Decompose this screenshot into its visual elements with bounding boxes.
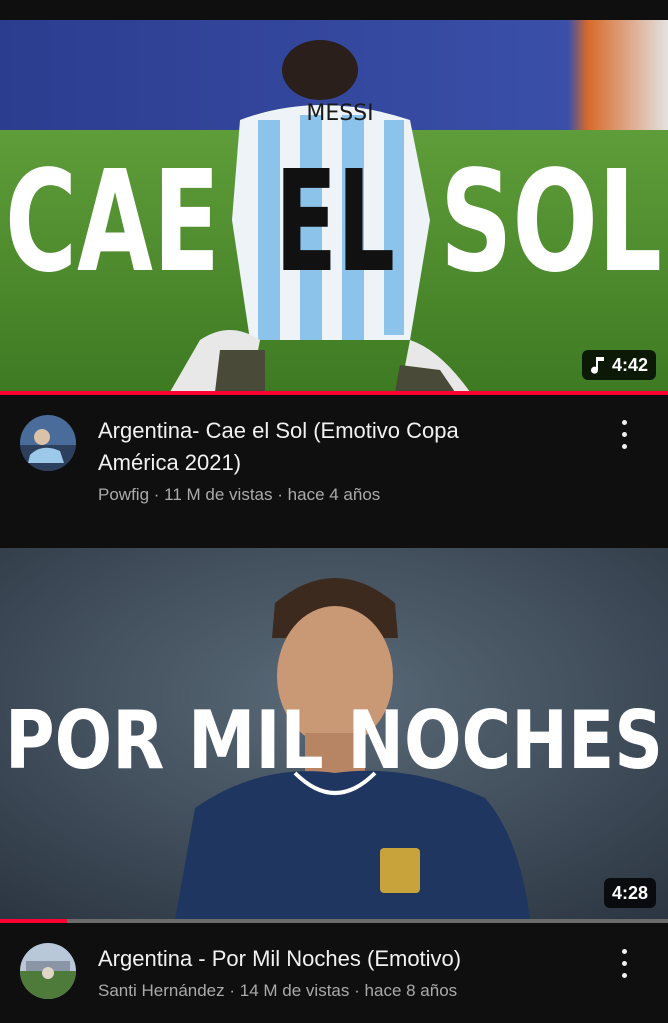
- video-meta-2[interactable]: Argentina - Por Mil Noches (Emotivo) San…: [0, 923, 668, 1023]
- video-subline: Powfig · 11 M de vistas · hace 4 años: [98, 485, 380, 505]
- duration-badge: 4:42: [581, 350, 656, 380]
- thumbnail-word-cae: CAE: [5, 141, 220, 304]
- duration-text: 4:42: [611, 354, 648, 375]
- more-options-icon[interactable]: [612, 945, 636, 981]
- video-title[interactable]: Argentina- Cae el Sol (Emotivo Copa Amér…: [98, 415, 588, 479]
- separator: ·: [354, 981, 360, 1000]
- view-count: 14 M de vistas: [239, 981, 350, 1000]
- video-title-line-2: América 2021): [98, 450, 242, 475]
- video-title-line-1: Argentina- Cae el Sol (Emotivo Copa: [98, 418, 459, 443]
- channel-avatar[interactable]: [20, 415, 76, 471]
- upload-age: hace 8 años: [364, 981, 458, 1000]
- thumbnail-word-sol: SOL: [440, 141, 662, 304]
- more-options-icon[interactable]: [612, 416, 636, 452]
- video-meta-1[interactable]: Argentina- Cae el Sol (Emotivo Copa Amér…: [0, 395, 668, 545]
- video-thumbnail-1[interactable]: MESSI CAE EL SOL 4:42: [0, 20, 668, 392]
- video-subline: Santi Hernández · 14 M de vistas · hace …: [98, 981, 457, 1001]
- thumbnail-image-2: POR MIL NOCHES: [0, 548, 668, 920]
- channel-avatar[interactable]: [20, 943, 76, 999]
- video-thumbnail-2[interactable]: POR MIL NOCHES 4:28: [0, 548, 668, 920]
- view-count: 11 M de vistas: [164, 485, 273, 504]
- top-bar: [0, 0, 668, 20]
- separator: ·: [229, 981, 236, 1000]
- duration-text: 4:28: [611, 882, 648, 903]
- video-title[interactable]: Argentina - Por Mil Noches (Emotivo): [98, 943, 588, 975]
- thumbnail-title-text: POR MIL NOCHES: [5, 694, 663, 787]
- thumbnail-word-el: EL: [275, 141, 395, 304]
- separator: ·: [153, 485, 160, 504]
- music-note-icon: [590, 357, 604, 374]
- upload-age: hace 4 años: [287, 485, 381, 504]
- separator: ·: [277, 485, 283, 504]
- jersey-name: MESSI: [306, 101, 373, 126]
- channel-name[interactable]: Santi Hernández: [98, 981, 225, 1000]
- thumbnail-image-1: MESSI CAE EL SOL: [0, 20, 668, 392]
- channel-name[interactable]: Powfig: [98, 485, 149, 504]
- duration-badge: 4:28: [603, 878, 656, 908]
